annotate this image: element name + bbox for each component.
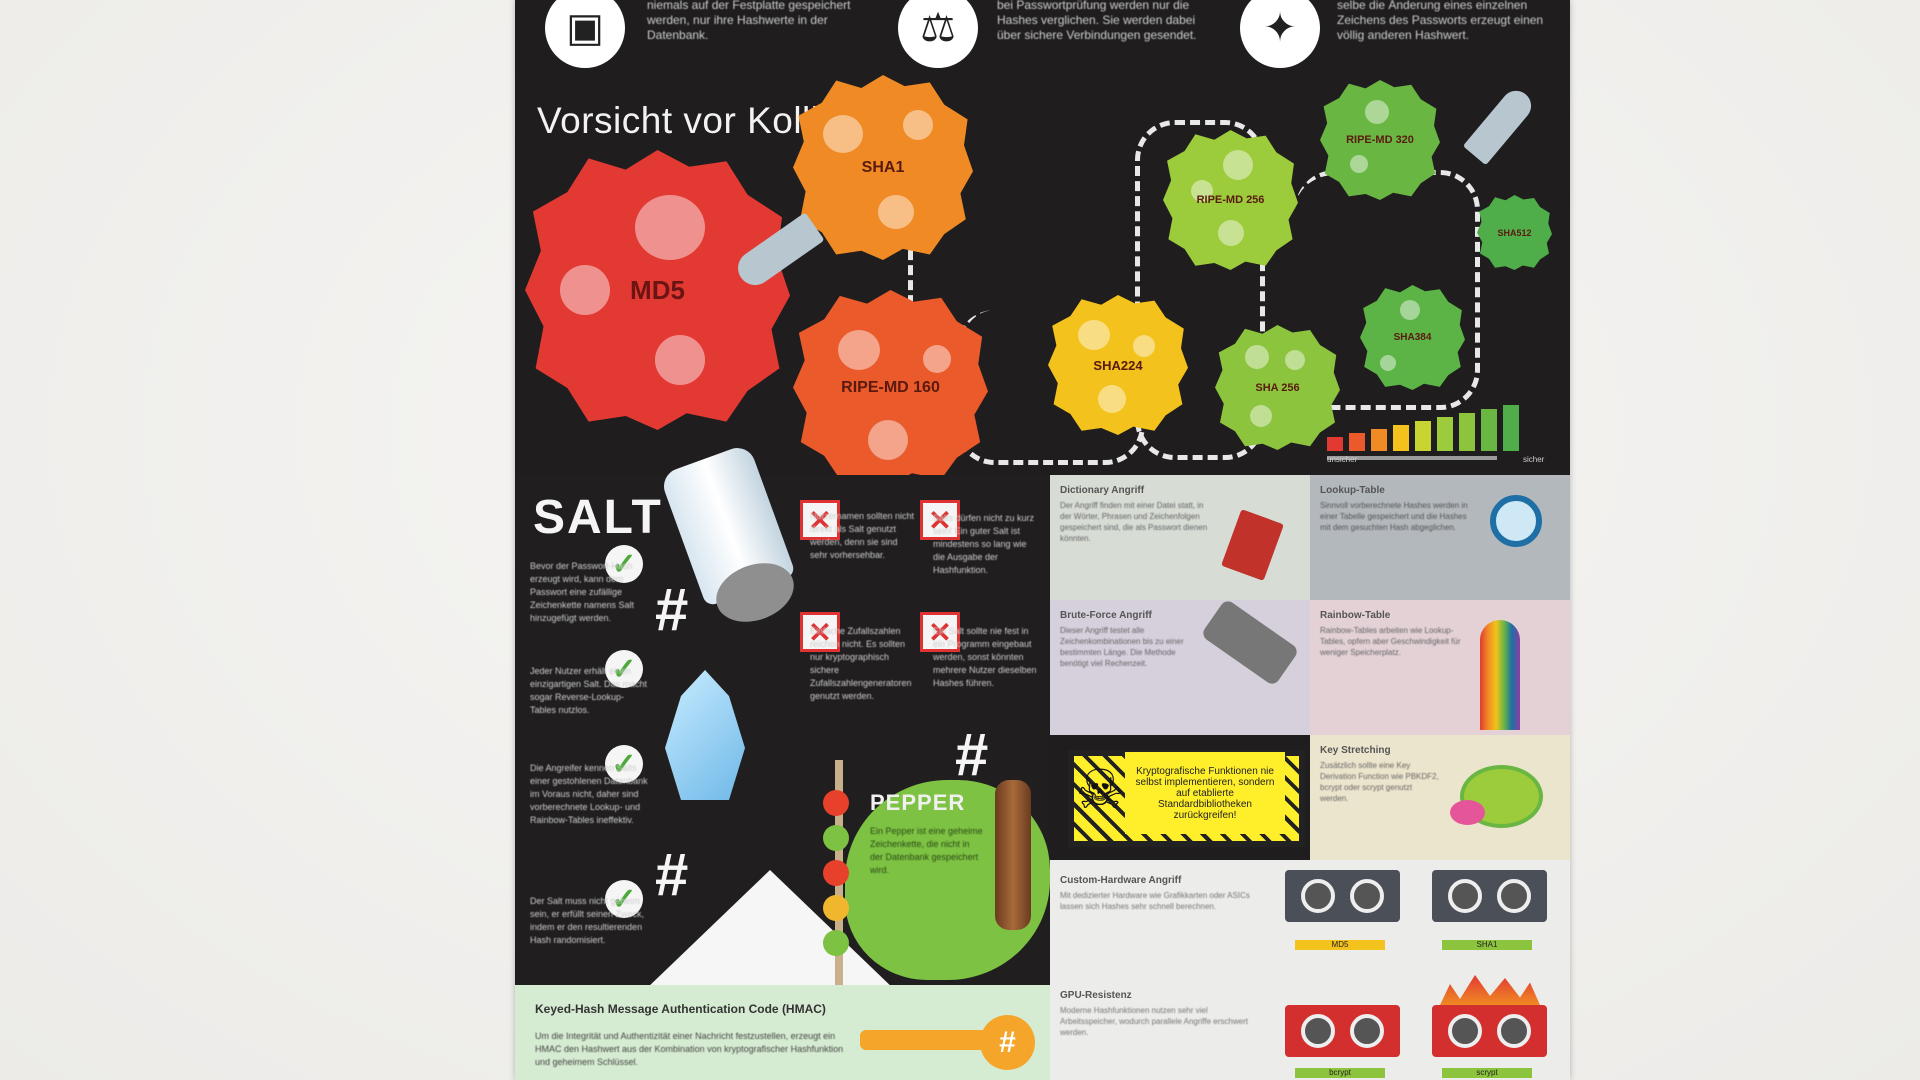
hash-label: SHA384: [1393, 332, 1432, 343]
attack-title: Rainbow-Table: [1320, 610, 1391, 621]
salt-cross-text: Einfache Zufallszahlen reichen nicht. Es…: [810, 626, 912, 701]
gpu-card-icon: [1432, 870, 1547, 922]
attack-text: Zusätzlich sollte eine Key Derivation Fu…: [1320, 761, 1439, 803]
key-icon: [860, 1030, 1000, 1050]
rainbow-icon: [1480, 620, 1520, 730]
hard-drive-icon: ▣: [545, 0, 625, 68]
gpu-label: SHA1: [1442, 940, 1532, 950]
gpu-label: bcrypt: [1295, 1068, 1385, 1078]
hash-label: SHA 256: [1255, 381, 1300, 394]
pepper-ball: [823, 825, 849, 851]
hash-label: RIPE-MD 320: [1346, 134, 1414, 146]
header-text-2: bei Passwortprüfung werden nur die Hashe…: [997, 0, 1197, 42]
magnifier-icon: [1490, 495, 1542, 547]
header-text-1: niemals auf der Festplatte gespeichert w…: [647, 0, 851, 42]
pepper-title: PEPPER: [870, 790, 966, 815]
attack-text: Mit dedizierter Hardware wie Grafikkarte…: [1060, 891, 1250, 911]
salt-cross-text: Salts dürfen nicht zu kurz sein! Ein gut…: [933, 513, 1035, 575]
hash-symbol: #: [955, 721, 989, 788]
pepper-ball: [823, 895, 849, 921]
hmac-title: Keyed-Hash Message Authentication Code (…: [535, 1002, 826, 1016]
header-text-3: selbe die Änderung eines einzelnen Zeich…: [1337, 0, 1544, 42]
key-head: #: [980, 1015, 1035, 1070]
scale-right-label: sicher: [1523, 455, 1545, 464]
scales-icon: ⚖: [898, 0, 978, 68]
warning-text: Kryptografische Funktionen nie selbst im…: [1125, 752, 1285, 834]
hash-label: RIPE-MD 256: [1196, 194, 1265, 206]
pepper-ball: [823, 930, 849, 956]
attack-text: Rainbow-Tables arbeiten wie Lookup-Table…: [1320, 626, 1461, 657]
hash-asteroid: MD5: [525, 150, 790, 430]
salt-check-text: Bevor der Passwort-Hash erzeugt wird, ka…: [530, 561, 635, 623]
hash-symbol: #: [655, 841, 689, 908]
salt-check-text: Jeder Nutzer erhält einen einzigartigen …: [530, 666, 648, 715]
hash-label: MD5: [630, 274, 685, 305]
attack-title: Lookup-Table: [1320, 485, 1385, 496]
hash-label: RIPE-MD 160: [841, 378, 940, 396]
pepper-mill-icon: [995, 780, 1031, 930]
salt-title: SALT: [533, 491, 663, 544]
salt-check-text: Die Angreifer kennen Salts einer gestohl…: [530, 763, 648, 825]
infographic-poster: ▣ niemals auf der Festplatte gespeichert…: [515, 0, 1570, 1080]
hash-asteroid: SHA512: [1477, 195, 1552, 270]
hash-label: SHA224: [1093, 357, 1143, 373]
gpu-label: scrypt: [1442, 1068, 1532, 1078]
security-scale: [1327, 405, 1519, 451]
salt-cross-text: Ein Salt sollte nie fest in ein Programm…: [933, 626, 1037, 688]
salt-cross-text: Nutzernamen sollten nicht direkt als Sal…: [810, 511, 915, 560]
hash-symbol: #: [655, 576, 689, 643]
gpu-card-icon: [1432, 1005, 1547, 1057]
attack-text: Dieser Angriff testet alle Zeichenkombin…: [1060, 626, 1184, 668]
gpu-card-icon: [1285, 870, 1400, 922]
attack-title: Custom-Hardware Angriff: [1060, 875, 1182, 886]
scale-left-label: unsicher: [1327, 455, 1358, 464]
hmac-text: Um die Integrität und Authentizität eine…: [535, 1031, 844, 1067]
attack-title: Dictionary Angriff: [1060, 485, 1145, 496]
salt-check-text: Der Salt muss nicht geheim sein, er erfü…: [530, 896, 645, 945]
skull-icon: ☠: [1075, 760, 1125, 820]
attack-text: Sinnvoll vorberechnete Hashes werden in …: [1320, 501, 1468, 532]
attack-title: Key Stretching: [1320, 745, 1391, 756]
snail-body: [1450, 800, 1485, 825]
gpu-card-icon: [1285, 1005, 1400, 1057]
hash-label: SHA1: [861, 158, 905, 176]
attack-text: Moderne Hashfunktionen nutzen sehr viel …: [1060, 1006, 1248, 1037]
pepper-ball: [823, 790, 849, 816]
pepper-ball: [823, 860, 849, 886]
stamp-icon: ✦: [1240, 0, 1320, 68]
pepper-text: Ein Pepper ist eine geheime Zeichenkette…: [870, 826, 983, 875]
hash-label: SHA512: [1497, 227, 1532, 238]
attack-title: Brute-Force Angriff: [1060, 610, 1152, 621]
gpu-label: MD5: [1295, 940, 1385, 950]
attack-text: Der Angriff finden mit einer Datei statt…: [1060, 501, 1208, 543]
attack-title: GPU-Resistenz: [1060, 990, 1132, 1001]
rocket-icon: [1462, 84, 1538, 166]
